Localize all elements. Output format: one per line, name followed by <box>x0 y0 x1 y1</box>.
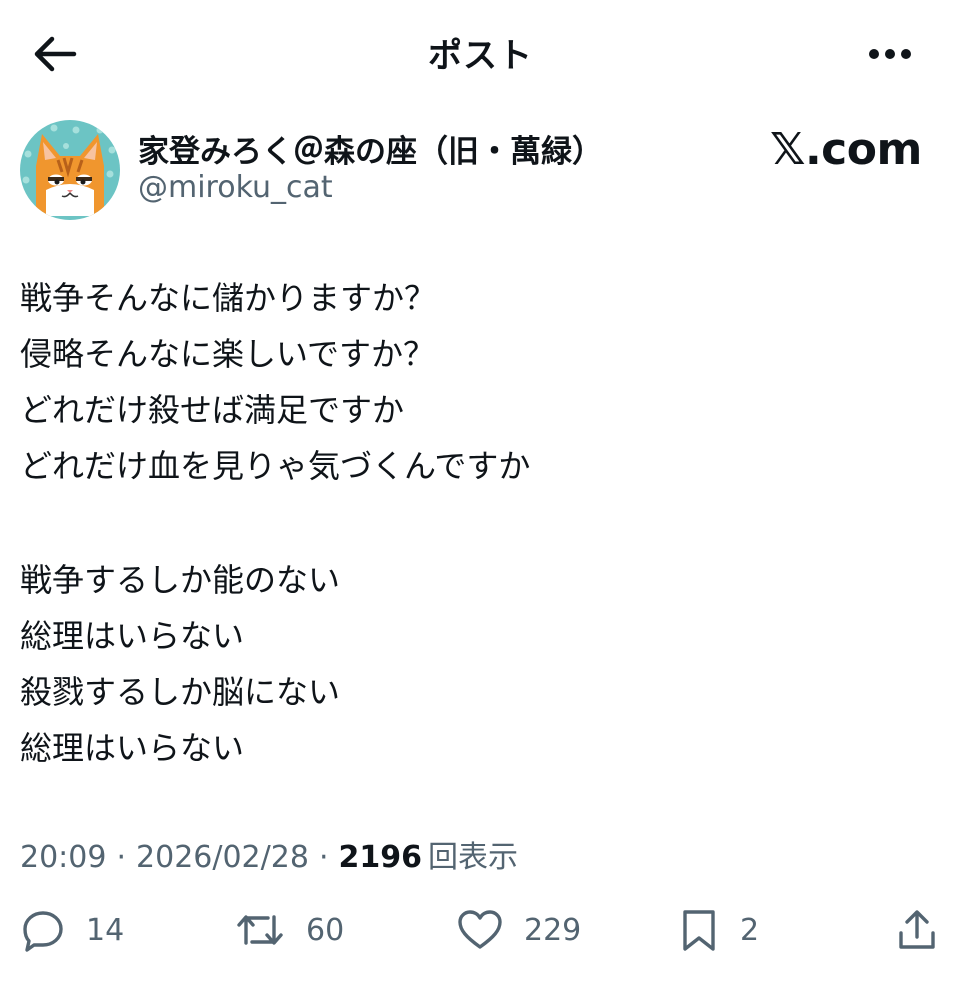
reply-count: 14 <box>86 912 125 948</box>
bookmark-button[interactable]: 2 <box>678 900 759 960</box>
tweet-line: どれだけ血を見りゃ気づくんですか <box>20 447 531 485</box>
author-display-name[interactable]: 家登みろく＠森の座（旧・萬緑） <box>138 126 603 171</box>
heart-icon <box>458 910 502 949</box>
views-label: 回表示 <box>427 840 518 875</box>
tweet-line: 戦争そんなに儲かりますか？ <box>20 279 437 317</box>
meta-separator: · <box>318 840 329 875</box>
author-handle[interactable]: @miroku_cat <box>138 170 333 205</box>
reply-button[interactable]: 14 <box>20 900 124 960</box>
tweet-date[interactable]: 2026/02/28 <box>136 840 309 875</box>
tweet-meta: 20:09 · 2026/02/28 · 2196 回表示 <box>20 832 518 876</box>
tweet-line: 総理はいらない <box>20 617 245 655</box>
action-bar: 14 60 229 2 <box>0 900 961 960</box>
bookmark-icon <box>683 910 715 951</box>
avatar[interactable] <box>20 120 120 220</box>
tweet-time[interactable]: 20:09 <box>20 840 106 875</box>
tweet-line: 侵略そんなに楽しいですか？ <box>20 335 436 373</box>
page-title: ポスト <box>428 36 533 76</box>
tweet-line: 戦争するしか能のない <box>20 561 341 599</box>
bookmark-count: 2 <box>740 912 760 948</box>
retweet-button[interactable]: 60 <box>234 900 344 960</box>
more-options-button[interactable] <box>862 34 918 74</box>
post-screen: ポスト 家登みろく＠森の座（旧・萬緑） @miroku_cat 𝕏.com 戦争… <box>0 0 961 989</box>
more-horizontal-icon <box>869 49 911 59</box>
tweet-text: 戦争そんなに儲かりますか？ 侵略そんなに楽しいですか？ どれだけ殺せば満足ですか… <box>20 270 940 776</box>
retweet-icon <box>237 915 283 945</box>
reply-icon <box>23 911 63 952</box>
like-count: 229 <box>524 912 582 948</box>
brand-watermark: 𝕏.com <box>770 124 922 175</box>
tweet-line: 総理はいらない <box>20 729 245 767</box>
meta-separator: · <box>116 840 127 875</box>
tweet-line: どれだけ殺せば満足ですか <box>20 391 405 429</box>
views-count[interactable]: 2196 <box>338 840 422 875</box>
like-button[interactable]: 229 <box>456 900 581 960</box>
top-bar: ポスト <box>0 0 961 108</box>
tweet-line: 殺戮するしか脳にない <box>20 673 341 711</box>
retweet-count: 60 <box>306 912 345 948</box>
cat-avatar-icon <box>20 120 120 220</box>
share-icon <box>899 910 935 949</box>
share-button[interactable] <box>894 900 940 960</box>
